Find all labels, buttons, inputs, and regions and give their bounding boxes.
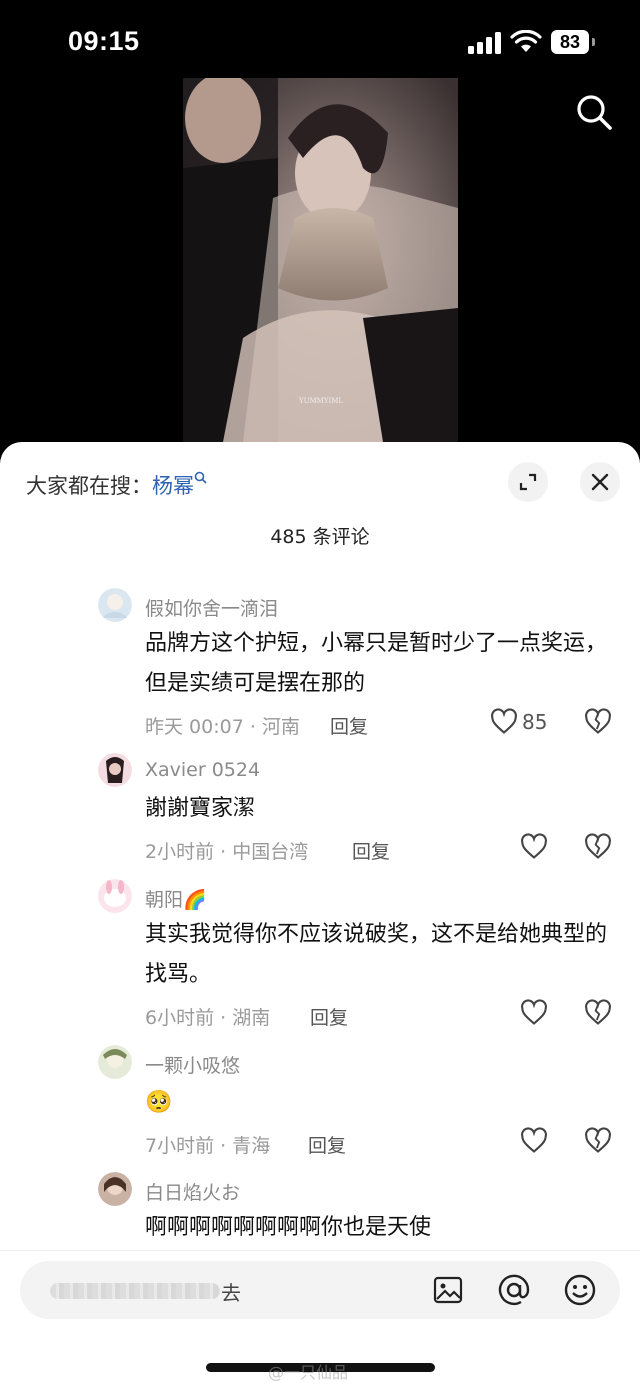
comment-text: 其实我觉得你不应该说破奖，这不是给她典型的找骂。 — [145, 922, 608, 987]
comment-username[interactable]: 白日焰火お — [145, 1178, 240, 1205]
cellular-signal-icon — [468, 32, 502, 54]
search-icon[interactable] — [574, 92, 614, 132]
reply-button[interactable]: 回复 — [310, 1003, 348, 1030]
video-watermark: YUMMYIML — [298, 397, 343, 405]
heart-icon[interactable] — [520, 1127, 548, 1155]
comment-meta: 昨天 00:07 · 河南 — [145, 716, 300, 738]
status-bar: 09:15 83 — [0, 0, 640, 80]
avatar[interactable] — [98, 1045, 132, 1079]
expand-button[interactable] — [508, 462, 548, 502]
like-count: 85 — [522, 710, 548, 734]
blurred-placeholder — [50, 1283, 220, 1299]
comment-sheet: 大家都在搜：杨幂 485 条评论 假如你舍一滴泪 品牌方这个护短，小幂只是暂时少… — [0, 442, 640, 1385]
comment-username[interactable]: 朝阳🌈 — [145, 885, 207, 912]
broken-heart-icon[interactable] — [583, 708, 613, 736]
reply-button[interactable]: 回复 — [308, 1131, 346, 1158]
input-placeholder-tail: 去 — [221, 1281, 241, 1305]
watermark: @一只仙品 — [268, 1363, 349, 1382]
comment-meta: 7小时前 · 青海 — [145, 1135, 271, 1157]
comment-count: 485 条评论 — [270, 526, 370, 548]
video-scene-image: YUMMYIML — [183, 78, 458, 442]
comment-username[interactable]: 假如你舍一滴泪 — [145, 594, 278, 621]
battery-indicator: 83 — [551, 30, 589, 54]
broken-heart-icon[interactable] — [583, 999, 613, 1027]
mention-icon[interactable] — [497, 1273, 531, 1307]
comment-text: 謝謝寶家潔 — [145, 796, 256, 821]
image-icon[interactable] — [432, 1274, 464, 1306]
small-search-icon — [194, 471, 207, 484]
bottom-input-bar: 去 @一只仙品 — [0, 1250, 640, 1386]
avatar[interactable] — [98, 1172, 132, 1206]
broken-heart-icon[interactable] — [583, 1127, 613, 1155]
comment-text: 🥺 — [145, 1090, 173, 1115]
heart-icon[interactable] — [520, 999, 548, 1027]
hot-search-bar[interactable]: 大家都在搜：杨幂 — [26, 470, 208, 500]
broken-heart-icon[interactable] — [583, 833, 613, 861]
reply-button[interactable]: 回复 — [352, 837, 390, 864]
comment-text: 啊啊啊啊啊啊啊啊你也是天使 — [145, 1215, 432, 1240]
close-button[interactable] — [580, 462, 620, 502]
comment-input[interactable]: 去 — [20, 1261, 620, 1319]
video-frame[interactable]: YUMMYIML — [183, 78, 458, 442]
emoji-icon[interactable] — [563, 1273, 597, 1307]
comment-meta: 2小时前 · 中国台湾 — [145, 841, 309, 863]
status-time: 09:15 — [68, 26, 140, 56]
avatar[interactable] — [98, 588, 132, 622]
comment-meta: 6小时前 · 湖南 — [145, 1007, 271, 1029]
comment-username[interactable]: Xavier 0524 — [145, 759, 260, 781]
hot-search-prefix: 大家都在搜： — [26, 474, 152, 498]
avatar[interactable] — [98, 879, 132, 913]
avatar[interactable] — [98, 753, 132, 787]
close-icon — [591, 473, 609, 491]
comment-username[interactable]: 一颗小吸悠 — [145, 1051, 240, 1078]
expand-icon — [519, 473, 537, 491]
wifi-icon — [510, 30, 542, 52]
reply-button[interactable]: 回复 — [330, 712, 368, 739]
heart-icon[interactable] — [520, 833, 548, 861]
battery-tip — [592, 38, 595, 46]
comment-text: 品牌方这个护短，小幂只是暂时少了一点奖运，但是实绩可是摆在那的 — [145, 631, 608, 696]
heart-icon[interactable] — [490, 708, 518, 736]
hot-search-keyword[interactable]: 杨幂 — [152, 474, 194, 498]
